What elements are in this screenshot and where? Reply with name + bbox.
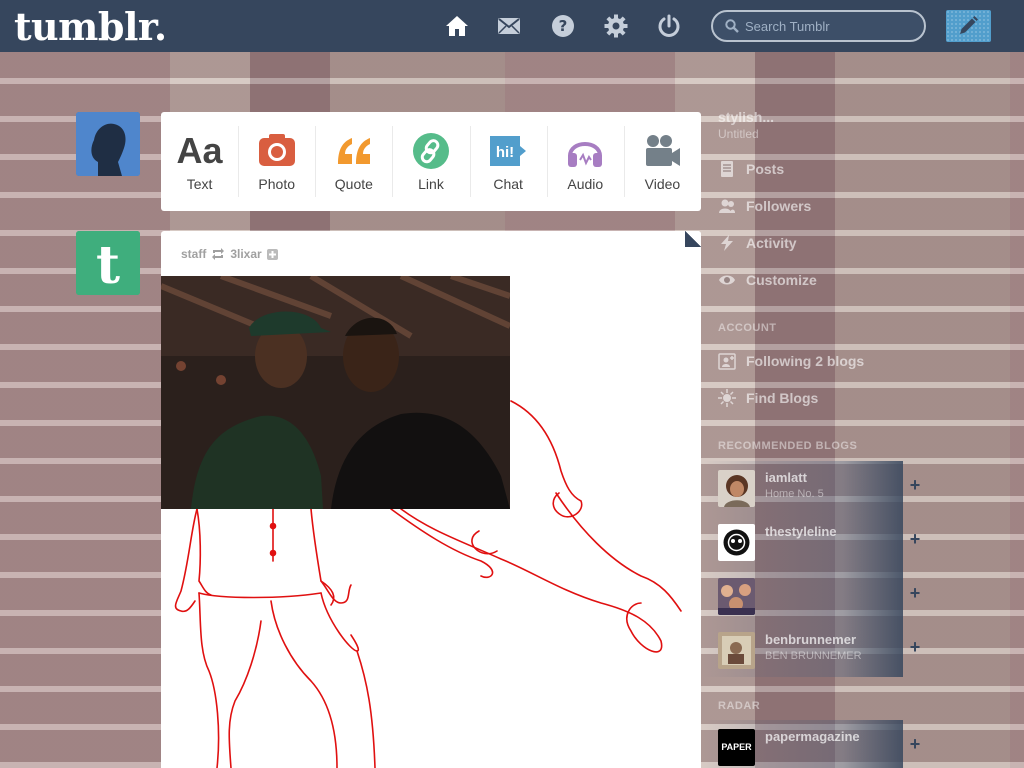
post-type-label: Text [186,176,213,192]
text-icon: Aa [176,130,223,171]
svg-text:hi!: hi! [496,144,514,161]
paper-logo: PAPER [721,742,752,752]
search-box[interactable] [711,10,926,42]
svg-text:t: t [96,235,120,295]
right-sidebar: stylish... Untitled Posts Followers Acti… [703,100,1024,768]
post-type-chooser: Aa Text Photo Quote Link hi! Chat Audio … [161,112,701,211]
dashboard-post: staff 3lixar [161,231,701,768]
post-type-label: Photo [258,176,295,192]
photo-image [161,276,510,509]
post-type-label: Quote [334,176,373,192]
follow-plus-icon[interactable]: + [907,530,923,548]
person-plus-icon [718,353,736,370]
sidebar-item-label: Find Blogs [746,390,819,406]
sidebar-item-label: Activity [746,235,797,251]
post-type-audio[interactable]: Audio [546,112,624,211]
chat-icon: hi! [490,136,527,166]
sidebar-item-label: Customize [746,272,817,288]
video-camera-icon [646,135,681,166]
radar-heading: RADAR [718,700,761,712]
pencil-icon [960,16,978,34]
search-icon [725,19,739,33]
post-type-photo[interactable]: Photo [238,112,315,211]
sidebar-item-followers[interactable]: Followers [718,197,811,215]
silhouette-icon [76,112,140,176]
follow-plus-icon[interactable]: + [907,735,923,753]
lightning-icon [721,235,733,251]
recommended-blog[interactable]: + [703,569,920,623]
recommended-blog[interactable]: thestyleline + [703,515,920,569]
account-heading: ACCOUNT [718,322,777,334]
eye-icon [719,275,735,285]
sidebar-item-label: Posts [746,161,785,177]
recommended-heading: RECOMMENDED BLOGS [718,440,858,452]
power-icon[interactable] [657,14,681,38]
post-type-label: Chat [493,176,523,192]
recommended-blog[interactable]: benbrunnemer BEN BRUNNEMER + [703,623,920,677]
blog-name[interactable]: stylish... [718,109,774,125]
sidebar-item-find-blogs[interactable]: Find Blogs [718,389,818,407]
gear-icon[interactable] [604,14,628,38]
post-type-quote[interactable]: Quote [315,112,392,211]
radar-blog-name[interactable]: papermagazine [765,729,860,744]
post-type-label: Video [644,176,681,192]
user-avatar[interactable] [76,112,140,176]
follow-plus-icon[interactable]: + [907,476,923,494]
people-icon [719,199,735,213]
sidebar-item-customize[interactable]: Customize [718,271,817,289]
headphones-icon [568,142,603,167]
sidebar-item-activity[interactable]: Activity [718,234,797,252]
recommended-blog-name[interactable]: benbrunnemer [765,632,856,647]
post-type-text[interactable]: Aa Text [161,112,238,211]
recommended-blog-name[interactable]: iamlatt [765,470,807,485]
document-icon [721,161,733,177]
post-type-video[interactable]: Video [623,112,701,211]
follow-plus-icon[interactable]: + [907,638,923,656]
quote-icon [337,138,370,164]
avatar [718,524,755,561]
post-type-label: Audio [567,176,604,192]
blog-title: Untitled [718,127,759,141]
recommended-blog[interactable]: iamlatt Home No. 5 + [703,461,920,515]
search-input[interactable] [745,16,915,36]
radar-blog[interactable]: PAPER papermagazine + [703,720,920,768]
help-icon[interactable]: ? [551,14,575,38]
sidebar-item-label: Followers [746,198,812,214]
mail-icon[interactable] [497,14,521,38]
follow-plus-icon[interactable]: + [907,584,923,602]
avatar [718,632,755,669]
compass-icon [718,389,736,407]
recommended-blog-title: BEN BRUNNEMER [765,650,862,662]
staff-avatar[interactable]: t [76,231,140,295]
recommended-blog-name[interactable]: thestyleline [765,524,837,539]
home-icon[interactable] [445,14,469,38]
tumblr-t-icon: t [76,231,140,295]
recommended-blog-title: Home No. 5 [765,488,824,500]
tumblr-logo[interactable]: tumblr. [14,4,167,49]
sidebar-item-label: Following 2 blogs [746,353,865,369]
avatar [718,578,755,615]
svg-text:?: ? [559,17,568,35]
avatar [718,470,755,507]
link-icon [412,133,449,169]
camera-icon [258,134,295,166]
top-navigation-bar: tumblr. ? [0,0,1024,52]
post-type-chat[interactable]: hi! Chat [469,112,547,211]
post-type-link[interactable]: Link [392,112,469,211]
sidebar-item-following[interactable]: Following 2 blogs [718,352,864,370]
sidebar-item-posts[interactable]: Posts [718,160,784,178]
avatar: PAPER [718,729,755,766]
compose-button[interactable] [946,10,991,42]
post-photo[interactable] [161,276,510,509]
post-type-label: Link [418,176,444,192]
